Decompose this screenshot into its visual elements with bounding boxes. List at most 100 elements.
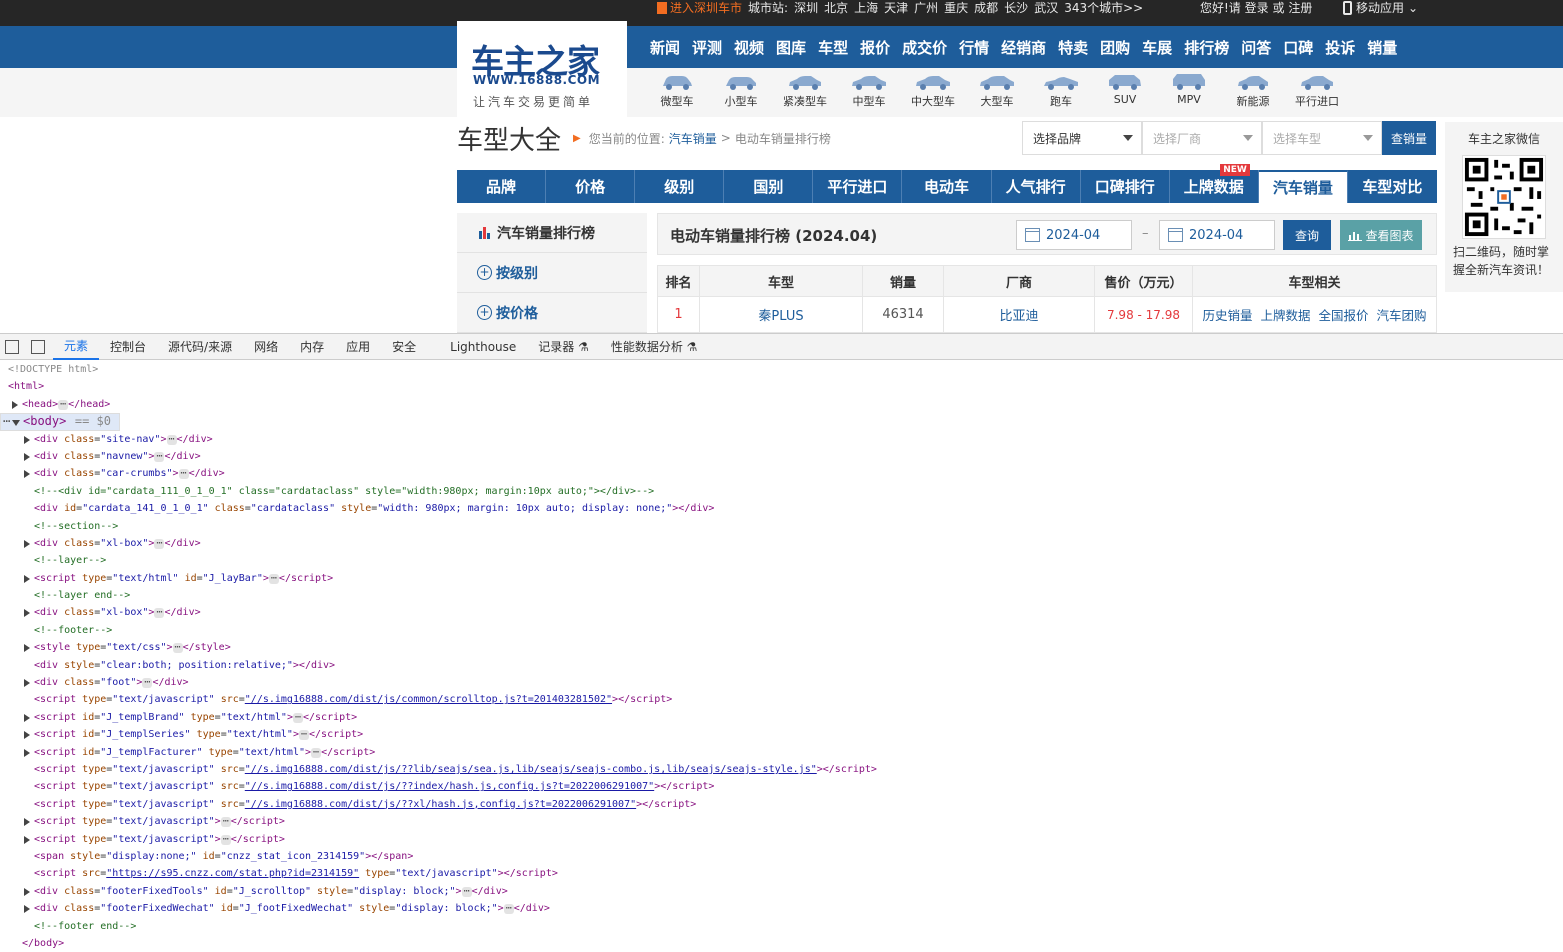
dom-node[interactable]: </body> <box>0 935 1563 952</box>
tab-compare[interactable]: 车型对比 <box>1348 170 1437 203</box>
nav-item[interactable]: 经销商 <box>1001 37 1046 58</box>
car-type-mid[interactable]: 中型车 <box>837 70 901 109</box>
dom-node[interactable]: <div class="footerFixedWechat" id="J_foo… <box>0 900 1563 917</box>
dom-node-selected[interactable]: ⋯ <body> == $0 <box>0 413 120 431</box>
history-sales-link[interactable]: 历史销量 <box>1203 308 1253 323</box>
national-price-link[interactable]: 全国报价 <box>1318 308 1368 323</box>
dom-node[interactable]: <div class="footerFixedTools" id="J_scro… <box>0 883 1563 900</box>
dom-node[interactable]: <script id="J_templBrand" type="text/htm… <box>0 709 1563 726</box>
tab-ev[interactable]: 电动车 <box>902 170 992 203</box>
dom-node[interactable]: <script type="text/javascript"> ⋯ </script… <box>0 813 1563 830</box>
car-type-mpv[interactable]: MPV <box>1157 70 1221 109</box>
car-type-mini[interactable]: 微型车 <box>645 70 709 109</box>
car-type-small[interactable]: 小型车 <box>709 70 773 109</box>
dom-node[interactable]: <div class="car-crumbs"> ⋯ </div> <box>0 465 1563 482</box>
car-type-new-energy[interactable]: 新能源 <box>1221 70 1285 109</box>
dom-node[interactable]: <script id="J_templFacturer" type="text/… <box>0 744 1563 761</box>
nav-item[interactable]: 报价 <box>860 37 890 58</box>
tab-memory[interactable]: 内存 <box>289 333 335 360</box>
tab-price[interactable]: 价格 <box>546 170 636 203</box>
dom-node[interactable]: <div class="xl-box"> ⋯ </div> <box>0 535 1563 552</box>
dom-node[interactable]: <div class="site-nav"> ⋯ </div> <box>0 431 1563 448</box>
inspect-element-icon[interactable] <box>5 339 19 354</box>
dom-node[interactable]: <head> ⋯ </head> <box>0 396 1563 413</box>
dom-node[interactable]: <script type="text/javascript" src="//s.… <box>0 691 1563 708</box>
nav-item[interactable]: 口碑 <box>1283 37 1313 58</box>
sidebar-title[interactable]: 汽车销量排行榜 <box>457 213 647 253</box>
tab-brand[interactable]: 品牌 <box>457 170 547 203</box>
tab-country[interactable]: 国别 <box>724 170 814 203</box>
tab-elements[interactable]: 元素 <box>53 333 100 360</box>
dom-node[interactable]: <script src="https://s95.cnzz.com/stat.p… <box>0 865 1563 882</box>
tab-console[interactable]: 控制台 <box>99 333 157 360</box>
query-sales-button[interactable]: 查销量 <box>1382 121 1436 155</box>
nav-item[interactable]: 视频 <box>734 37 764 58</box>
tab-sources[interactable]: 源代码/来源 <box>157 333 243 360</box>
sidebar-item-level[interactable]: + 按级别 <box>457 253 647 293</box>
date-to-input[interactable]: 2024-04 <box>1159 220 1275 250</box>
city-link[interactable]: 长沙 <box>1004 0 1028 16</box>
city-link[interactable]: 深圳 <box>794 0 818 16</box>
sidebar-item-price[interactable]: + 按价格 <box>457 293 647 333</box>
mobile-app-menu[interactable]: 移动应用 ⌄ <box>1343 0 1418 16</box>
dom-node[interactable]: <script type="text/javascript" src="//s.… <box>0 778 1563 795</box>
tab-recorder[interactable]: 记录器 ⚗ <box>527 333 600 360</box>
dom-node[interactable]: <script type="text/html" id="J_layBar"> ⋯… <box>0 570 1563 587</box>
dom-comment[interactable]: <!--footer--> <box>0 622 1563 639</box>
nav-item[interactable]: 团购 <box>1100 37 1130 58</box>
dom-comment[interactable]: <!--layer--> <box>0 552 1563 569</box>
maker-link[interactable]: 比亚迪 <box>943 296 1095 333</box>
dom-node[interactable]: <style type="text/css"> ⋯ </style> <box>0 639 1563 656</box>
dom-comment[interactable]: <!--layer end--> <box>0 587 1563 604</box>
tab-security[interactable]: 安全 <box>381 333 427 360</box>
car-type-compact[interactable]: 紧凑型车 <box>773 70 837 109</box>
city-link[interactable]: 上海 <box>854 0 878 16</box>
nav-item[interactable]: 特卖 <box>1058 37 1088 58</box>
login-link[interactable]: 登录 <box>1245 1 1269 15</box>
dom-node[interactable]: <span style="display:none;" id="cnzz_sta… <box>0 848 1563 865</box>
dom-node[interactable]: <script id="J_templSeries" type="text/ht… <box>0 726 1563 743</box>
nav-item[interactable]: 成交价 <box>902 37 947 58</box>
city-link[interactable]: 重庆 <box>944 0 968 16</box>
nav-item[interactable]: 投诉 <box>1325 37 1355 58</box>
tab-parallel-import[interactable]: 平行进口 <box>813 170 903 203</box>
tab-network[interactable]: 网络 <box>243 333 289 360</box>
group-buy-link[interactable]: 汽车团购 <box>1376 308 1426 323</box>
brand-select[interactable]: 选择品牌 <box>1022 121 1142 155</box>
dom-comment[interactable]: <!--footer end--> <box>0 918 1563 935</box>
dom-node[interactable]: <html> <box>0 378 1563 395</box>
model-link[interactable]: 秦PLUS <box>699 296 863 333</box>
city-link[interactable]: 北京 <box>824 0 848 16</box>
maker-select[interactable]: 选择厂商 <box>1142 121 1262 155</box>
car-type-suv[interactable]: SUV <box>1093 70 1157 109</box>
query-button[interactable]: 查询 <box>1283 220 1331 250</box>
dom-comment[interactable]: <!--section--> <box>0 518 1563 535</box>
view-chart-button[interactable]: 查看图表 <box>1340 220 1422 250</box>
nav-item[interactable]: 问答 <box>1241 37 1271 58</box>
nav-item[interactable]: 行情 <box>959 37 989 58</box>
nav-item[interactable]: 排行榜 <box>1184 37 1229 58</box>
dom-node[interactable]: <div id="cardata_141_0_1_0_1" class="car… <box>0 500 1563 517</box>
nav-item[interactable]: 图库 <box>776 37 806 58</box>
nav-item[interactable]: 新闻 <box>650 37 680 58</box>
tab-sales[interactable]: 汽车销量 <box>1258 170 1348 203</box>
city-link[interactable]: 天津 <box>884 0 908 16</box>
tab-application[interactable]: 应用 <box>335 333 381 360</box>
nav-item[interactable]: 车型 <box>818 37 848 58</box>
site-logo[interactable]: 车主之家 WWW.16888.COM 让汽车交易更简单 <box>457 21 627 117</box>
date-from-input[interactable]: 2024-04 <box>1016 220 1132 250</box>
tab-lighthouse[interactable]: Lighthouse <box>439 333 527 360</box>
car-type-large[interactable]: 大型车 <box>965 70 1029 109</box>
nav-item[interactable]: 销量 <box>1367 37 1397 58</box>
model-select[interactable]: 选择车型 <box>1262 121 1382 155</box>
tab-level[interactable]: 级别 <box>635 170 725 203</box>
more-cities-link[interactable]: 343个城市>> <box>1064 0 1143 16</box>
nav-item[interactable]: 车展 <box>1142 37 1172 58</box>
nav-item[interactable]: 评测 <box>692 37 722 58</box>
car-type-sports[interactable]: 跑车 <box>1029 70 1093 109</box>
tab-registration[interactable]: 上牌数据 NEW <box>1170 164 1259 203</box>
car-type-parallel-import[interactable]: 平行进口 <box>1285 70 1349 109</box>
dom-comment[interactable]: <!--<div id="cardata_111_0_1_0_1" class=… <box>0 483 1563 500</box>
dom-node[interactable]: <script type="text/javascript" src="//s.… <box>0 761 1563 778</box>
dom-node[interactable]: <div class="xl-box"> ⋯ </div> <box>0 604 1563 621</box>
